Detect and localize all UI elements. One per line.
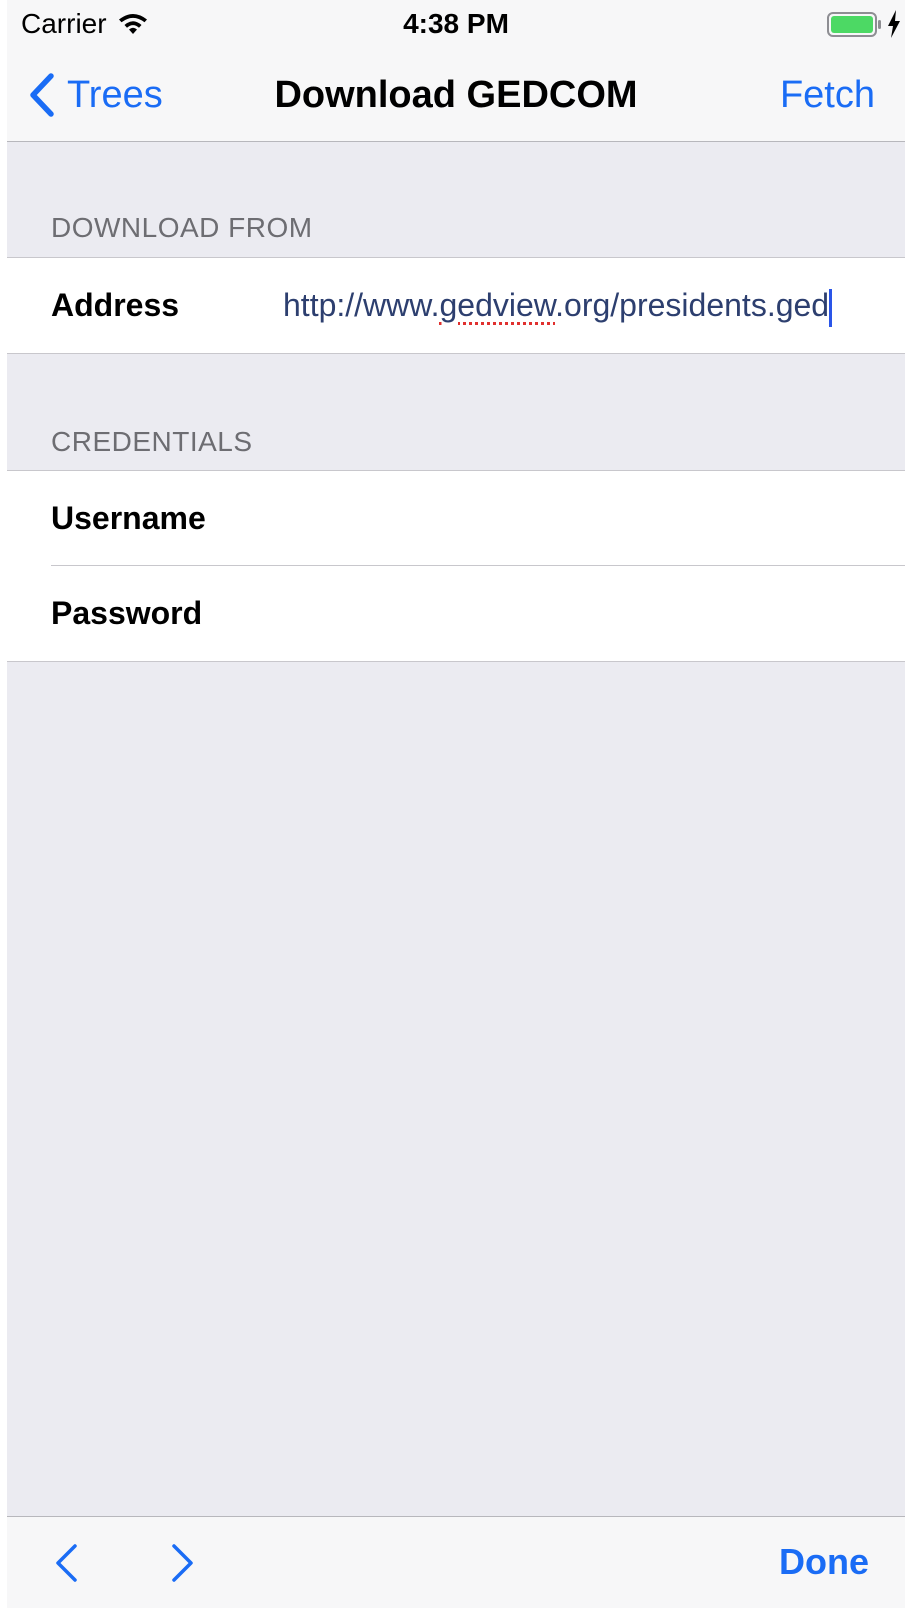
address-text-suffix: .org/presidents.ged: [555, 287, 830, 323]
previous-field-button[interactable]: [49, 1543, 89, 1583]
password-row[interactable]: Password: [7, 566, 905, 661]
section-header-credentials: CREDENTIALS: [51, 426, 253, 457]
done-button[interactable]: Done: [779, 1537, 869, 1587]
username-label: Username: [51, 500, 206, 536]
status-bar: Carrier 4:38 PM: [7, 0, 905, 48]
username-row[interactable]: Username: [7, 471, 905, 566]
text-cursor: [829, 288, 833, 327]
next-field-button[interactable]: [162, 1543, 202, 1583]
charging-bolt-icon: [888, 10, 900, 38]
address-text-misspelled: gedview: [439, 287, 556, 323]
navigation-bar: Trees Download GEDCOM Fetch: [7, 48, 905, 142]
password-field[interactable]: [283, 586, 875, 643]
username-field[interactable]: [283, 491, 875, 548]
page-title: Download GEDCOM: [274, 74, 638, 116]
status-time: 4:38 PM: [403, 8, 509, 39]
address-row[interactable]: Address http://www.gedview.org/president…: [7, 258, 905, 353]
fetch-button[interactable]: Fetch: [780, 70, 875, 120]
address-field[interactable]: http://www.gedview.org/presidents.ged: [283, 258, 833, 353]
chevron-right-icon: [172, 1544, 193, 1582]
keyboard-toolbar: Done: [7, 1516, 905, 1608]
battery-full-icon: [827, 12, 881, 37]
password-label: Password: [51, 595, 203, 631]
chevron-left-icon: [56, 1544, 77, 1582]
address-label: Address: [51, 287, 180, 323]
screen: Carrier 4:38 PM Trees Download GEDCOM Fe…: [7, 0, 905, 1608]
section-header-download-from: DOWNLOAD FROM: [51, 212, 313, 243]
credentials-group: Username Password: [7, 470, 905, 662]
download-from-group: Address http://www.gedview.org/president…: [7, 257, 905, 354]
address-text-prefix: http://www.: [283, 287, 440, 323]
